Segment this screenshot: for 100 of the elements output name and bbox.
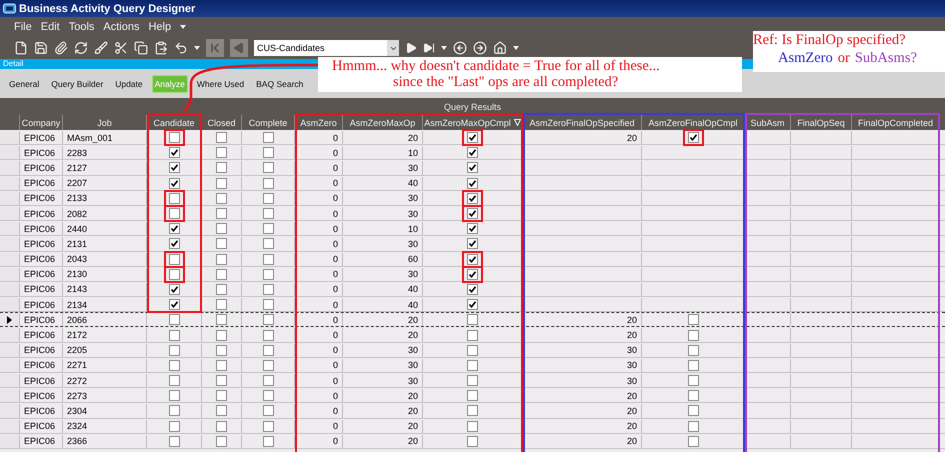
checkbox[interactable] [467, 436, 478, 447]
checkbox[interactable] [262, 299, 274, 310]
checkbox[interactable] [216, 147, 227, 158]
undo-icon[interactable] [174, 41, 188, 55]
checkbox[interactable] [688, 132, 698, 144]
checkbox[interactable] [216, 390, 227, 402]
checkbox[interactable] [467, 375, 478, 386]
checkbox[interactable] [216, 344, 227, 356]
next-record-icon[interactable] [405, 42, 417, 54]
checkbox[interactable] [467, 390, 478, 402]
checkbox[interactable] [216, 223, 227, 234]
checkbox[interactable] [168, 254, 180, 265]
checkbox[interactable] [216, 314, 227, 326]
checkbox[interactable] [168, 192, 180, 204]
checkbox[interactable] [262, 436, 274, 447]
caret-icon[interactable] [180, 25, 186, 29]
checkbox[interactable] [262, 254, 274, 265]
caret-icon[interactable] [387, 40, 399, 56]
checkbox[interactable] [688, 390, 698, 402]
checkbox[interactable] [467, 284, 478, 295]
checkbox[interactable] [467, 330, 478, 341]
checkbox[interactable] [168, 223, 180, 234]
checkbox[interactable] [168, 147, 180, 158]
checkbox[interactable] [262, 284, 274, 295]
checkbox[interactable] [168, 268, 180, 280]
checkbox[interactable] [216, 192, 227, 204]
checkbox[interactable] [216, 436, 227, 447]
caret-icon[interactable] [441, 46, 447, 50]
checkbox[interactable] [262, 162, 274, 174]
checkbox[interactable] [262, 405, 274, 416]
checkbox[interactable] [216, 360, 227, 371]
checkbox[interactable] [262, 360, 274, 371]
column-header[interactable]: AsmZeroMaxOpCmpl [423, 115, 523, 130]
column-header[interactable]: AsmZeroFinalOpSpecified [523, 115, 642, 130]
checkbox[interactable] [262, 178, 274, 189]
checkbox[interactable] [216, 162, 227, 174]
checkbox[interactable] [216, 132, 227, 144]
paste-icon[interactable] [154, 41, 168, 55]
column-header[interactable]: FinalOpSeq [791, 115, 852, 130]
checkbox[interactable] [168, 420, 180, 432]
checkbox[interactable] [216, 208, 227, 220]
forward-icon[interactable] [473, 41, 487, 55]
checkbox[interactable] [168, 330, 180, 341]
checkbox[interactable] [467, 178, 478, 189]
column-header[interactable]: Complete [242, 115, 295, 130]
checkbox[interactable] [688, 314, 698, 326]
checkbox[interactable] [262, 238, 274, 250]
home-icon[interactable] [493, 41, 507, 55]
checkbox[interactable] [168, 178, 180, 189]
checkbox[interactable] [467, 405, 478, 416]
brush-icon[interactable] [94, 41, 108, 55]
caret-icon[interactable] [513, 46, 519, 50]
tab[interactable]: Where Used [194, 74, 248, 92]
tab[interactable]: Query Builder [48, 74, 106, 92]
checkbox[interactable] [216, 178, 227, 189]
checkbox[interactable] [467, 162, 478, 174]
checkbox[interactable] [262, 314, 274, 326]
menu-item[interactable]: Edit [40, 21, 60, 33]
checkbox[interactable] [168, 436, 180, 447]
checkbox[interactable] [216, 238, 227, 250]
menu-item[interactable]: File [14, 21, 32, 33]
checkbox[interactable] [688, 405, 698, 416]
last-record-icon[interactable] [423, 42, 435, 54]
menu-item[interactable]: Tools [68, 21, 94, 33]
checkbox[interactable] [467, 132, 478, 144]
checkbox[interactable] [216, 375, 227, 386]
tab[interactable]: Update [112, 74, 146, 92]
checkbox[interactable] [688, 420, 698, 432]
checkbox[interactable] [168, 238, 180, 250]
checkbox[interactable] [467, 268, 478, 280]
first-record-icon[interactable] [206, 39, 224, 57]
checkbox[interactable] [168, 405, 180, 416]
checkbox[interactable] [216, 405, 227, 416]
checkbox[interactable] [262, 330, 274, 341]
column-header[interactable]: Closed [202, 115, 242, 130]
refresh-icon[interactable] [74, 41, 88, 55]
column-header[interactable]: AsmZeroFinalOpCmpl [642, 115, 745, 130]
checkbox[interactable] [688, 375, 698, 386]
checkbox[interactable] [168, 299, 180, 310]
checkbox[interactable] [262, 375, 274, 386]
column-header[interactable]: SubAsm [745, 115, 791, 130]
checkbox[interactable] [168, 375, 180, 386]
tab[interactable]: General [6, 74, 42, 92]
checkbox[interactable] [467, 344, 478, 356]
checkbox[interactable] [216, 420, 227, 432]
column-header[interactable]: AsmZeroMaxOp [343, 115, 423, 130]
column-header[interactable]: FinalOpCompleted [852, 115, 940, 130]
checkbox[interactable] [168, 132, 180, 144]
checkbox[interactable] [168, 344, 180, 356]
menu-item[interactable]: Actions [103, 21, 140, 33]
checkbox[interactable] [168, 390, 180, 402]
checkbox[interactable] [467, 147, 478, 158]
paperclip-icon[interactable] [54, 41, 68, 55]
checkbox[interactable] [467, 314, 478, 326]
column-header[interactable]: Job [63, 115, 147, 130]
checkbox[interactable] [688, 360, 698, 371]
checkbox[interactable] [688, 436, 698, 447]
scissors-icon[interactable] [114, 41, 128, 55]
checkbox[interactable] [262, 344, 274, 356]
checkbox[interactable] [467, 238, 478, 250]
